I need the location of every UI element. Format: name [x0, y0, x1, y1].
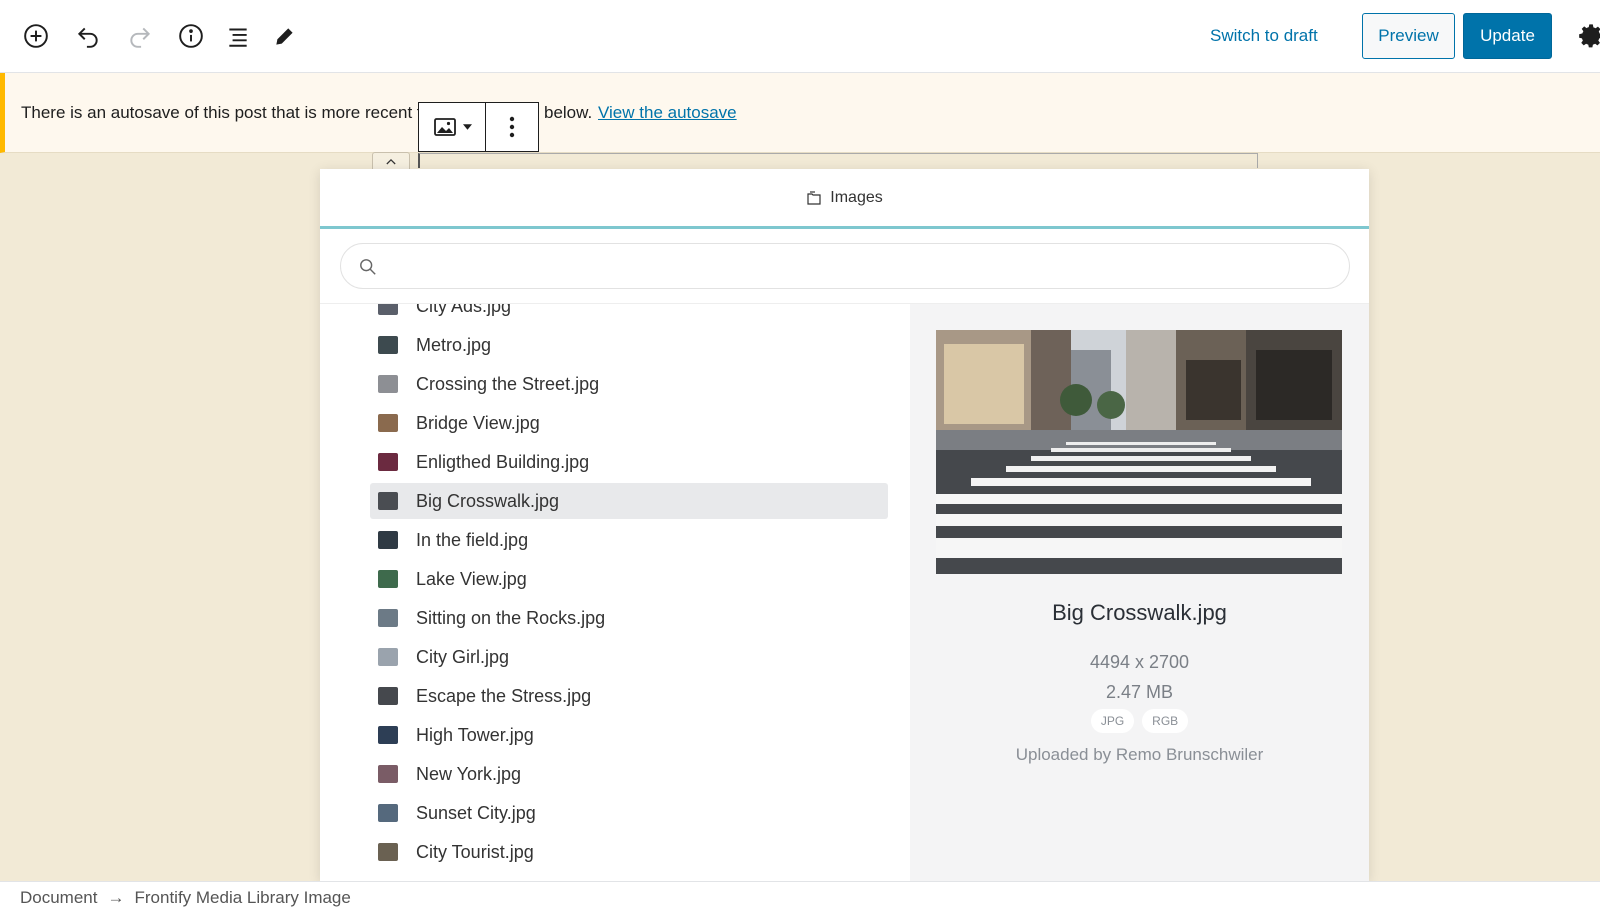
list-item[interactable]: Sitting on the Rocks.jpg	[370, 600, 888, 636]
list-item[interactable]: Big Crosswalk.jpg	[370, 483, 888, 519]
modal-title: Images	[830, 188, 883, 206]
notice-text-after: below.	[544, 103, 593, 122]
image-thumbnail	[378, 843, 398, 861]
info-icon[interactable]	[173, 18, 209, 54]
undo-icon[interactable]	[70, 18, 106, 54]
image-thumbnail	[378, 336, 398, 354]
preview-button[interactable]: Preview	[1362, 13, 1455, 59]
image-thumbnail	[378, 765, 398, 783]
list-item-label: Enligthed Building.jpg	[416, 451, 590, 472]
image-thumbnail	[378, 453, 398, 471]
detail-filename: Big Crosswalk.jpg	[1052, 600, 1227, 625]
image-list: City Ads.jpg Metro.jpg Crossing the Street…	[320, 304, 910, 881]
modal-tab-images[interactable]: Images	[320, 169, 1369, 229]
list-item-label: City Tourist.jpg	[416, 841, 534, 862]
list-item[interactable]: Bridge View.jpg	[370, 405, 888, 441]
image-thumbnail	[378, 726, 398, 744]
gear-icon[interactable]	[1578, 22, 1600, 50]
list-item[interactable]: Enligthed Building.jpg	[370, 444, 888, 480]
image-thumbnail	[378, 492, 398, 510]
list-item-label: Big Crosswalk.jpg	[416, 490, 560, 511]
image-thumbnail	[378, 687, 398, 705]
detail-uploader: Uploaded by Remo Brunschwiler	[1015, 745, 1264, 764]
editor-header: Switch to draft Preview Update	[0, 0, 1600, 73]
list-item[interactable]: City Tourist.jpg	[370, 834, 888, 870]
image-detail-panel: Big Crosswalk.jpg 4494 x 2700 2.47 MB JP…	[910, 304, 1369, 881]
list-item-label: Metro.jpg	[416, 334, 492, 355]
block-toolbar	[418, 102, 539, 152]
list-item[interactable]: Sunset City.jpg	[370, 795, 888, 831]
tag-colorspace: RGB	[1142, 709, 1189, 733]
move-up-button[interactable]	[372, 152, 410, 170]
list-item-label: Escape the Stress.jpg	[416, 685, 592, 706]
list-item-label: Sitting on the Rocks.jpg	[416, 607, 606, 628]
list-item[interactable]: Escape the Stress.jpg	[370, 678, 888, 714]
search-input[interactable]	[391, 252, 1331, 282]
list-item[interactable]: Lake View.jpg	[370, 561, 888, 597]
search-box	[340, 243, 1350, 289]
edit-pencil-icon[interactable]	[267, 18, 303, 54]
list-item-label: City Girl.jpg	[416, 646, 510, 667]
list-item-label: High Tower.jpg	[416, 724, 534, 745]
images-folder-icon	[807, 190, 821, 205]
list-item-label: Lake View.jpg	[416, 568, 527, 589]
breadcrumb-document[interactable]: Document	[20, 888, 97, 908]
list-view-icon[interactable]	[220, 18, 256, 54]
image-thumbnail	[378, 570, 398, 588]
notice-text: There is an autosave of this post that i…	[21, 103, 422, 122]
block-breadcrumb: Document → Frontify Media Library Image	[0, 881, 1600, 913]
list-item[interactable]: Metro.jpg	[370, 327, 888, 363]
list-item[interactable]: High Tower.jpg	[370, 717, 888, 753]
image-thumbnail	[378, 304, 398, 315]
list-item[interactable]	[370, 873, 888, 881]
list-item[interactable]: In the field.jpg	[370, 522, 888, 558]
breadcrumb-block[interactable]: Frontify Media Library Image	[134, 888, 350, 908]
list-item-label: Sunset City.jpg	[416, 802, 536, 823]
list-item[interactable]: City Girl.jpg	[370, 639, 888, 675]
list-item-label: In the field.jpg	[416, 529, 529, 550]
block-type-switcher[interactable]	[419, 103, 486, 151]
list-item-label: City Ads.jpg	[416, 304, 512, 316]
list-item[interactable]: City Ads.jpg	[370, 304, 888, 324]
plus-circle-icon[interactable]	[18, 18, 54, 54]
frontify-media-modal: Images City Ads.jpg Metro.jpg Crossing the…	[320, 169, 1369, 881]
list-item[interactable]: New York.jpg	[370, 756, 888, 792]
list-item-label: Crossing the Street.jpg	[416, 373, 600, 394]
view-autosave-link[interactable]: View the autosave	[598, 103, 737, 123]
switch-to-draft-link[interactable]: Switch to draft	[1210, 22, 1318, 50]
breadcrumb-arrow-icon: →	[107, 887, 125, 907]
search-bar	[320, 229, 1369, 304]
vertical-ellipsis-icon	[509, 116, 515, 138]
list-item-label: New York.jpg	[416, 763, 522, 784]
block-outline	[418, 153, 1258, 168]
image-icon	[433, 118, 456, 136]
image-thumbnail	[378, 414, 398, 432]
detail-tags: JPG RGB	[910, 709, 1369, 733]
image-thumbnail	[378, 531, 398, 549]
crosswalk-photo	[936, 330, 1342, 574]
detail-dimensions: 4494 x 2700	[1089, 652, 1190, 672]
image-thumbnail	[378, 375, 398, 393]
image-preview	[936, 330, 1342, 574]
search-icon	[360, 259, 376, 275]
list-item[interactable]: Crossing the Street.jpg	[370, 366, 888, 402]
autosave-notice: There is an autosave of this post that i…	[0, 73, 1600, 153]
tag-format: JPG	[1090, 709, 1135, 733]
image-thumbnail	[378, 648, 398, 666]
more-options-button[interactable]	[486, 103, 538, 151]
image-thumbnail	[378, 804, 398, 822]
image-thumbnail	[378, 609, 398, 627]
list-item-label: Bridge View.jpg	[416, 412, 540, 433]
detail-file-size: 2.47 MB	[1105, 682, 1174, 702]
update-button[interactable]: Update	[1463, 13, 1552, 59]
chevron-up-icon	[386, 158, 396, 165]
redo-icon[interactable]	[122, 18, 158, 54]
caret-down-icon	[462, 124, 472, 130]
